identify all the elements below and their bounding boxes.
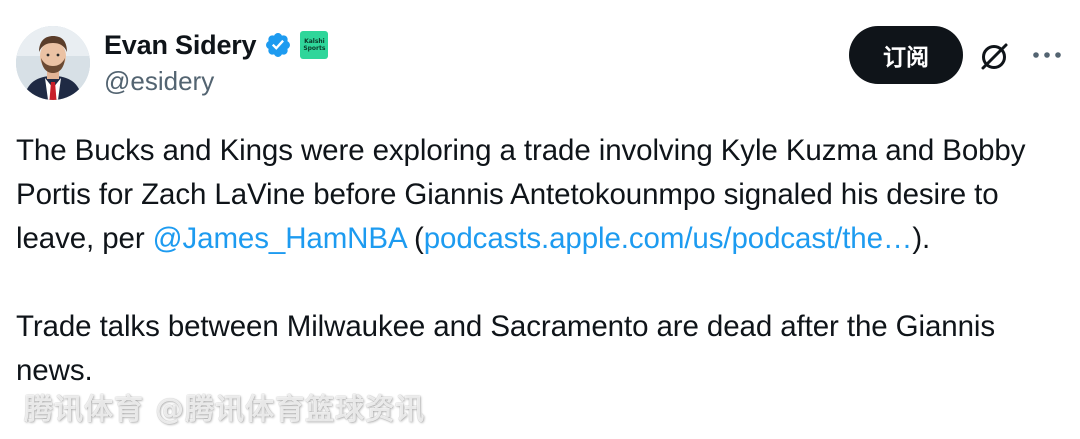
tweet-text-segment: ( xyxy=(405,222,424,255)
more-options-icon[interactable] xyxy=(1030,38,1064,72)
author-info: Evan Sidery Kalshi Sports @esidery xyxy=(104,28,329,97)
url-link[interactable]: podcasts.apple.com/us/podcast/the… xyxy=(424,222,913,255)
tweet-text-segment: ). xyxy=(912,222,931,255)
tweet-header: Evan Sidery Kalshi Sports @esidery 订阅 xyxy=(0,0,1080,110)
verified-badge-icon[interactable] xyxy=(264,31,292,59)
name-row: Evan Sidery Kalshi Sports xyxy=(104,28,329,62)
affiliate-badge-line2: Sports xyxy=(303,45,326,52)
tweet-paragraph: The Bucks and Kings were exploring a tra… xyxy=(16,129,1056,261)
tweet-text-segment: Trade talks between Milwaukee and Sacram… xyxy=(16,310,995,387)
grok-icon[interactable] xyxy=(976,38,1012,74)
avatar[interactable] xyxy=(16,26,90,100)
display-name[interactable]: Evan Sidery xyxy=(104,30,257,61)
tweet-body: The Bucks and Kings were exploring a tra… xyxy=(16,129,1056,393)
affiliate-badge-line1: Kalshi xyxy=(304,38,325,45)
mention-link[interactable]: @James_HamNBA xyxy=(153,222,406,255)
avatar-image xyxy=(16,26,90,100)
author-handle[interactable]: @esidery xyxy=(104,66,328,97)
tweet-paragraph: Trade talks between Milwaukee and Sacram… xyxy=(16,305,1056,393)
subscribe-button[interactable]: 订阅 xyxy=(849,26,963,84)
affiliate-badge-icon[interactable]: Kalshi Sports xyxy=(300,31,329,59)
